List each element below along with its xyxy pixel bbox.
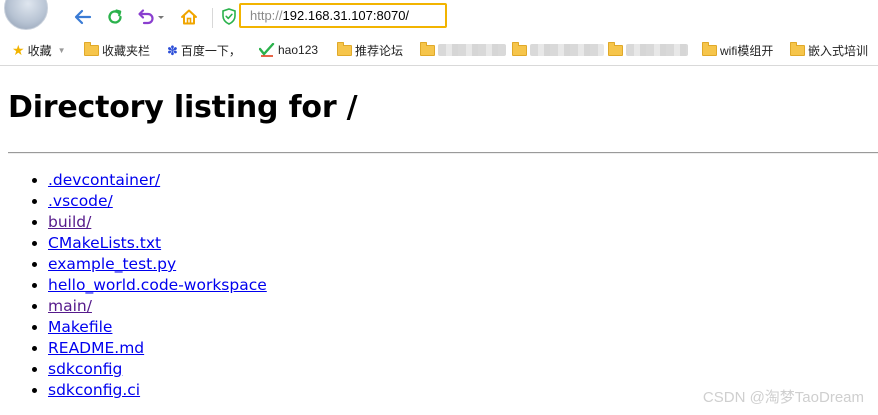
back-arrow-icon <box>74 9 92 25</box>
list-item: main/ <box>48 296 267 317</box>
bookmark-baidu[interactable]: ✽ 百度一下， <box>167 41 241 59</box>
bookmark-label: 推荐论坛 <box>355 43 404 58</box>
folder-icon <box>790 41 805 56</box>
bookmark-favorites-bar[interactable]: 收藏夹栏 <box>84 41 150 59</box>
list-item: .devcontainer/ <box>48 170 267 191</box>
address-bar[interactable]: http://192.168.31.107:8070/ <box>239 3 447 28</box>
file-link[interactable]: README.md <box>48 339 144 357</box>
bookmark-label: wifi模组开 <box>720 43 774 58</box>
user-avatar[interactable] <box>4 0 48 30</box>
redacted-label <box>438 44 506 56</box>
back-button[interactable] <box>72 6 94 28</box>
file-link[interactable]: Makefile <box>48 318 112 336</box>
redacted-label <box>530 44 604 56</box>
list-item: hello_world.code-workspace <box>48 275 267 296</box>
list-item: CMakeLists.txt <box>48 233 267 254</box>
refresh-button[interactable] <box>104 6 126 28</box>
browser-toolbar: http://192.168.31.107:8070/ <box>0 0 878 36</box>
file-link[interactable]: example_test.py <box>48 255 176 273</box>
list-item: sdkconfig.ci <box>48 380 267 401</box>
list-item: build/ <box>48 212 267 233</box>
url-host: 192.168.31.107:8070/ <box>282 8 410 23</box>
list-item: .vscode/ <box>48 191 267 212</box>
file-link[interactable]: hello_world.code-workspace <box>48 276 267 294</box>
bookmark-redacted-2[interactable] <box>512 41 604 59</box>
file-link[interactable]: main/ <box>48 297 92 315</box>
undo-icon <box>138 9 164 25</box>
bookmark-label: hao123 <box>278 43 319 57</box>
list-item: README.md <box>48 338 267 359</box>
home-icon <box>181 9 197 25</box>
baidu-paw-icon: ✽ <box>167 42 178 58</box>
page-title: Directory listing for / <box>8 90 358 125</box>
bookmark-hao123[interactable]: hao123 <box>258 41 319 59</box>
file-link[interactable]: sdkconfig.ci <box>48 381 140 399</box>
home-button[interactable] <box>178 6 200 28</box>
bookmark-label: 嵌入式培训 <box>808 43 869 58</box>
csdn-watermark: CSDN @淘梦TaoDream <box>702 389 864 406</box>
file-link[interactable]: .devcontainer/ <box>48 171 160 189</box>
folder-icon <box>84 41 99 56</box>
list-item: example_test.py <box>48 254 267 275</box>
folder-icon <box>702 41 717 56</box>
bookmark-label: 收藏夹栏 <box>102 43 151 58</box>
url-scheme: http:// <box>250 8 283 23</box>
bookmark-favorites[interactable]: ★ 收藏 ▼ <box>12 41 66 59</box>
horizontal-rule <box>8 152 878 154</box>
file-link[interactable]: .vscode/ <box>48 192 113 210</box>
security-shield-icon[interactable] <box>222 8 236 25</box>
file-link[interactable]: build/ <box>48 213 91 231</box>
undo-close-button[interactable] <box>136 6 166 28</box>
folder-icon <box>337 41 352 56</box>
list-item: Makefile <box>48 317 267 338</box>
chevron-down-icon[interactable]: ▼ <box>58 46 66 55</box>
bookmark-forums[interactable]: 推荐论坛 <box>337 41 403 59</box>
hao123-icon <box>258 42 275 57</box>
bookmark-label: 百度一下， <box>180 43 241 58</box>
redacted-label <box>626 44 688 56</box>
star-icon: ★ <box>12 42 25 58</box>
list-item: sdkconfig <box>48 359 267 380</box>
bookmark-redacted-3[interactable] <box>608 41 688 59</box>
file-list: .devcontainer/ .vscode/build/CMakeLists.t… <box>0 170 267 401</box>
bookmark-label: 收藏 <box>27 43 52 58</box>
folder-icon <box>420 41 435 56</box>
bookmarks-bar: ★ 收藏 ▼ 收藏夹栏 ✽ 百度一下， hao123 推荐论坛 wifi模组开 … <box>0 36 878 66</box>
toolbar-divider <box>212 8 213 28</box>
file-link[interactable]: sdkconfig <box>48 360 122 378</box>
file-link[interactable]: CMakeLists.txt <box>48 234 161 252</box>
refresh-icon <box>108 9 122 24</box>
folder-icon <box>608 41 623 56</box>
folder-icon <box>512 41 527 56</box>
bookmark-wifi[interactable]: wifi模组开 <box>702 41 773 59</box>
bookmark-embedded-training[interactable]: 嵌入式培训 <box>790 41 868 59</box>
bookmark-redacted-1[interactable] <box>420 41 506 59</box>
